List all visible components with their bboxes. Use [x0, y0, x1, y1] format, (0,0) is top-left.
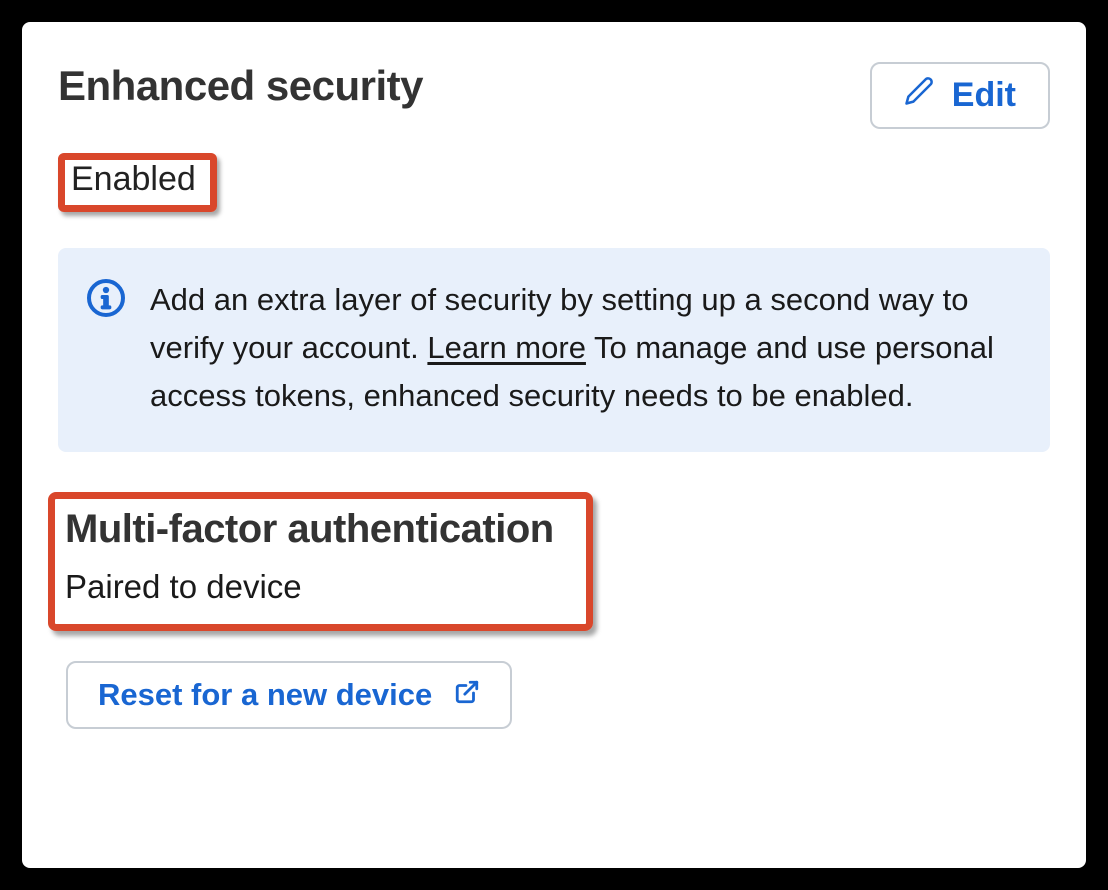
edit-button-label: Edit	[952, 76, 1016, 115]
info-icon	[86, 278, 126, 420]
security-panel: Enhanced security Edit Enabled Add an ex…	[22, 22, 1086, 868]
mfa-status: Paired to device	[65, 568, 554, 606]
enhanced-security-status: Enabled	[63, 160, 200, 201]
reset-device-button[interactable]: Reset for a new device	[66, 661, 512, 729]
mfa-title: Multi-factor authentication	[65, 507, 554, 552]
status-highlight: Enabled	[58, 153, 217, 212]
info-text: Add an extra layer of security by settin…	[150, 276, 1016, 420]
info-callout: Add an extra layer of security by settin…	[58, 248, 1050, 452]
pencil-icon	[904, 76, 934, 115]
mfa-highlight: Multi-factor authentication Paired to de…	[48, 492, 593, 631]
edit-button[interactable]: Edit	[870, 62, 1050, 129]
header-row: Enhanced security Edit	[58, 62, 1050, 129]
learn-more-link[interactable]: Learn more	[427, 330, 586, 365]
external-link-icon	[454, 677, 480, 713]
enhanced-security-title: Enhanced security	[58, 62, 423, 110]
reset-device-button-label: Reset for a new device	[98, 677, 432, 713]
